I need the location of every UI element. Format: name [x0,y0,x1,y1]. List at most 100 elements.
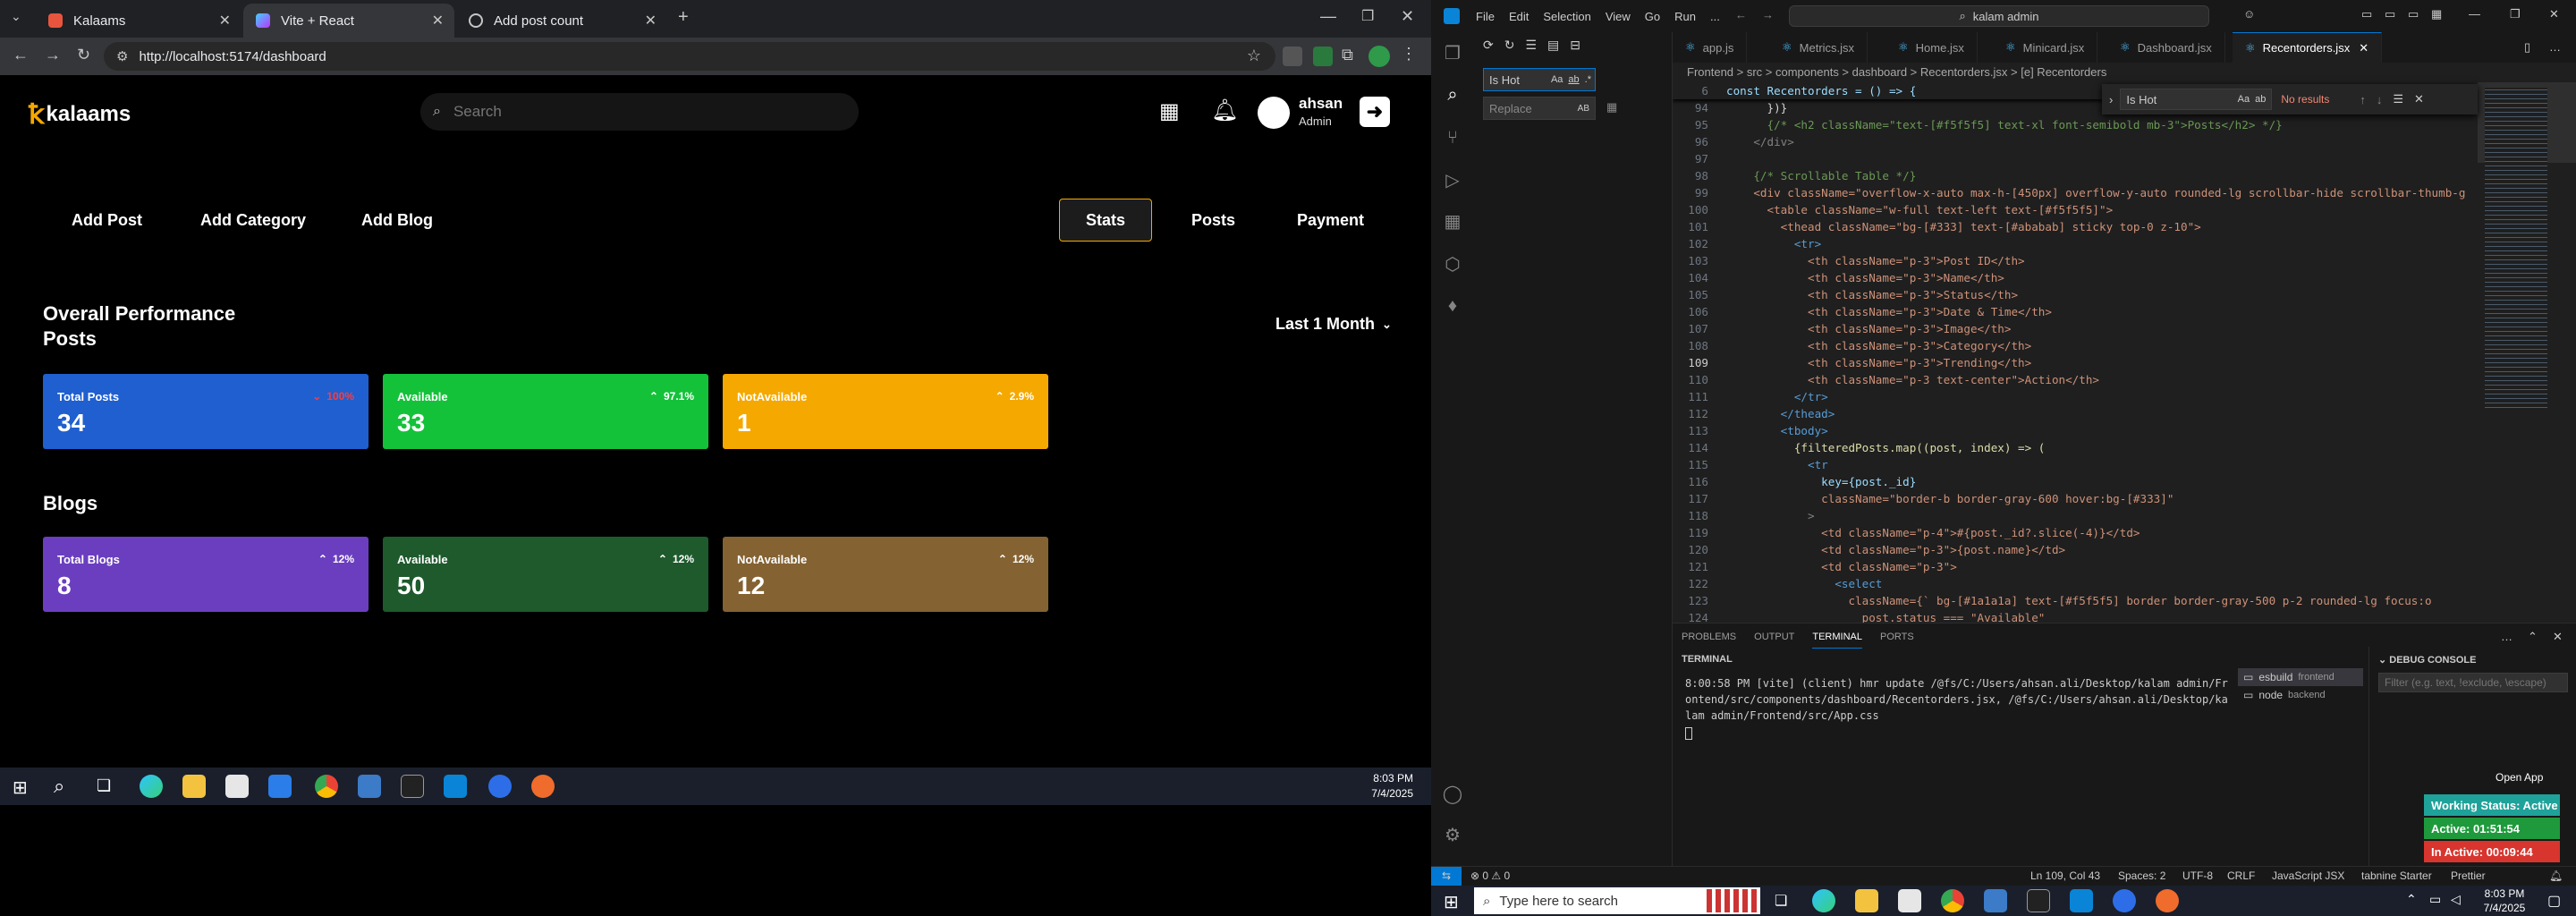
apps-grid-icon[interactable]: ▦ [1159,101,1180,123]
browser-tab-1[interactable]: Kalaams ✕ [36,4,242,38]
panel-tab[interactable]: OUTPUT [1754,626,1794,648]
open-app-button[interactable]: Open App [2496,771,2543,784]
close-icon[interactable]: ✕ [645,12,657,30]
command-center[interactable]: ⌕ kalam admin [1789,5,2209,27]
task-view-icon[interactable]: ❏ [97,776,111,795]
find-widget-input[interactable]: Is Hot Aa ab [2120,89,2273,110]
stat-card[interactable]: Total Blogs 8 ⌃ 12% [43,537,369,612]
replace-all-icon[interactable]: ▦ [1606,100,1617,114]
line-ending[interactable]: CRLF [2227,869,2255,882]
terminal-icon[interactable] [2027,889,2050,912]
network-icon[interactable]: ▭ [2429,892,2441,907]
menu-icon[interactable]: ⋮ [1401,45,1417,64]
forward-icon[interactable]: → [45,46,61,64]
match-case-icon[interactable]: Aa [1551,74,1563,85]
postman-icon[interactable] [531,775,555,798]
gear-icon[interactable]: ⚙ [1442,825,1463,846]
chrome-icon[interactable] [1941,889,1964,912]
debug-filter-input[interactable] [2378,673,2568,692]
replace-input[interactable]: Replace AB [1483,97,1596,120]
refresh-icon[interactable]: ↻ [1504,38,1515,53]
menu-item[interactable]: File [1476,10,1495,23]
restore-icon[interactable]: ❐ [1361,7,1374,25]
zoom-icon[interactable] [488,775,512,798]
search-icon[interactable]: ⌕ [54,775,64,798]
layout-panel-icon[interactable]: ▭ [2385,7,2395,21]
stat-card[interactable]: Available 50 ⌃ 12% [383,537,708,612]
left-clock[interactable]: 8:03 PM 7/4/2025 [1360,771,1413,802]
previous-match-icon[interactable]: ↑ [2360,93,2366,106]
minimize-icon[interactable]: — [2469,7,2480,21]
logout-icon[interactable]: ➜ [1360,97,1390,127]
find-in-selection-icon[interactable]: ☰ [2393,92,2403,106]
clear-icon[interactable]: ☰ [1525,38,1537,53]
whole-word-icon[interactable]: ab [2255,94,2266,105]
mail-icon[interactable] [268,775,292,798]
find-input[interactable]: Is Hot Aa ab .* [1483,68,1596,91]
add-post-button[interactable]: Add Post [72,211,142,230]
panel-tab[interactable]: TERMINAL [1812,626,1862,649]
url-bar[interactable]: ⚙ http://localhost:5174/dashboard ☆ [104,42,1275,71]
stat-card[interactable]: NotAvailable 12 ⌃ 12% [723,537,1048,612]
reload-icon[interactable]: ↻ [77,46,90,64]
system-tray-chevron-icon[interactable]: ⌃ [2406,892,2417,907]
tab-search-icon[interactable]: ⌄ [11,9,21,24]
remote-indicator-icon[interactable]: ⇆ [1431,867,1462,886]
menu-item[interactable]: Run [1674,10,1696,23]
browser-tab-2[interactable]: Vite + React ✕ [243,4,454,38]
toggle-replace-icon[interactable]: › [2109,93,2113,106]
minimap[interactable] [2478,82,2576,623]
encoding[interactable]: UTF-8 [2182,869,2213,882]
regex-icon[interactable]: .* [1585,74,1591,85]
remote-explorer-icon[interactable]: ⬡ [1442,254,1463,276]
close-icon[interactable]: ✕ [2359,41,2368,55]
editor-tab[interactable]: ⚛ Metrics.jsx [1769,32,1868,63]
add-blog-button[interactable]: Add Blog [361,211,433,230]
right-clock[interactable]: 8:03 PM 7/4/2025 [2476,886,2533,915]
more-actions-icon[interactable]: … [2501,630,2512,643]
menu-item[interactable]: Selection [1543,10,1590,23]
vscode-icon[interactable] [2070,889,2093,912]
editor-tab[interactable]: ⚛ Dashboard.jsx [2107,32,2225,63]
editor-tab[interactable]: ⚛ Recentorders.jsx ✕ [2233,32,2383,63]
editor-tab[interactable]: ⚛ Minicard.jsx [1993,32,2098,63]
explorer-icon[interactable]: ❐ [1442,43,1463,64]
file-explorer-icon[interactable] [1855,889,1878,912]
vscode-icon[interactable] [444,775,467,798]
notification-center-icon[interactable]: ▢ [2547,892,2561,910]
taskbar-search-box[interactable]: ⌕ Type here to search [1474,887,1760,914]
problems-indicator[interactable]: ⊗ 0 ⚠ 0 [1470,869,1510,882]
postman-icon[interactable] [2156,889,2179,912]
back-icon[interactable]: ← [13,46,29,64]
stat-card[interactable]: Total Posts 34 ⌄ 100% [43,374,369,449]
terminal-item-node[interactable]: ▭ node backend [2238,686,2363,704]
site-info-icon[interactable]: ⚙ [116,48,128,64]
run-debug-icon[interactable]: ▷ [1442,170,1463,191]
next-match-icon[interactable]: ↓ [2377,93,2383,106]
editor-tab[interactable]: ⚛ app.js [1673,32,1748,63]
copilot-icon[interactable]: ☺ [2243,7,2255,21]
layout-secondary-icon[interactable]: ▭ [2408,7,2419,21]
volume-icon[interactable]: ◁ [2451,892,2461,907]
prettier-status[interactable]: Prettier [2451,869,2486,882]
close-icon[interactable]: ✕ [219,12,231,30]
stat-card[interactable]: NotAvailable 1 ⌃ 2.9% [723,374,1048,449]
code-editor[interactable]: 6 const Recentorders = () => {94 })} 95 {/… [1673,82,2576,623]
new-search-icon[interactable]: ▤ [1547,38,1559,53]
extensions-icon[interactable]: ▦ [1442,211,1463,233]
file-explorer-icon[interactable] [182,775,206,798]
terminal-output[interactable]: 8:00:58 PM [vite] (client) hmr update /@… [1685,675,2231,740]
split-editor-icon[interactable]: ▯ [2524,40,2530,55]
close-window-icon[interactable]: ✕ [1401,7,1414,26]
source-control-icon[interactable]: ⑂ [1442,127,1463,148]
bell-icon[interactable]: 🔔︎ [1211,99,1238,123]
windows-start-icon[interactable]: ⊞ [13,776,28,799]
zoom-icon[interactable] [2113,889,2136,912]
search-box[interactable]: ⌕ [420,93,859,131]
language-mode[interactable]: JavaScript JSX [2272,869,2344,882]
extension-icon[interactable] [1283,47,1302,66]
vscode-icon[interactable] [1984,889,2007,912]
stat-card[interactable]: Available 33 ⌃ 97.1% [383,374,708,449]
search-input[interactable] [453,103,811,121]
minimize-icon[interactable]: — [1320,7,1336,26]
